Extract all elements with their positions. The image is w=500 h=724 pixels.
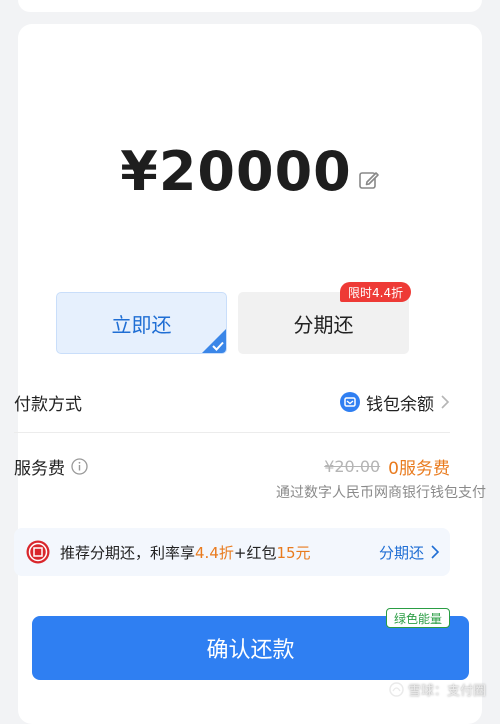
check-icon <box>212 341 224 351</box>
fee-note: 通过数字人民币网商银行钱包支付 <box>276 485 486 501</box>
payment-method-value: 钱包余额 <box>366 394 434 415</box>
amount-display[interactable]: ¥20000 <box>18 136 482 206</box>
service-fee-label: 服务费 <box>14 458 65 479</box>
installment-label: 分期还 <box>293 312 354 337</box>
watermark-text: 雪球：支付圈 <box>407 684 486 699</box>
info-icon[interactable] <box>71 457 88 475</box>
service-fee-row: 服务费 ¥20.00 0服务费 <box>14 452 450 480</box>
snowball-logo-icon <box>389 682 404 697</box>
green-energy-badge: 绿色能量 <box>386 608 451 628</box>
payment-method-row[interactable]: 付款方式 钱包余额 <box>14 388 450 416</box>
installment-promo-banner[interactable]: 推荐分期还，利率享4.4折+红包15元 分期还 <box>14 528 450 576</box>
chevron-right-icon <box>441 395 450 409</box>
original-fee: ¥20.00 <box>324 456 381 476</box>
divider <box>14 432 450 433</box>
discount-badge: 限时4.4折 <box>340 282 412 302</box>
current-fee: 0服务费 <box>388 458 450 479</box>
repay-now-option[interactable]: 立即还 <box>56 292 227 354</box>
wallet-icon <box>340 392 360 412</box>
bank-logo-icon <box>26 540 50 564</box>
edit-icon[interactable] <box>358 169 380 191</box>
chevron-right-icon <box>431 545 440 559</box>
promo-action: 分期还 <box>378 543 424 562</box>
promo-text: 推荐分期还，利率享4.4折+红包15元 <box>60 543 311 562</box>
amount-value: ¥20000 <box>120 139 352 203</box>
payment-method-label: 付款方式 <box>14 394 82 415</box>
repay-now-label: 立即还 <box>111 312 172 337</box>
previous-card-edge <box>18 0 482 12</box>
watermark: 雪球：支付圈 <box>389 680 486 699</box>
